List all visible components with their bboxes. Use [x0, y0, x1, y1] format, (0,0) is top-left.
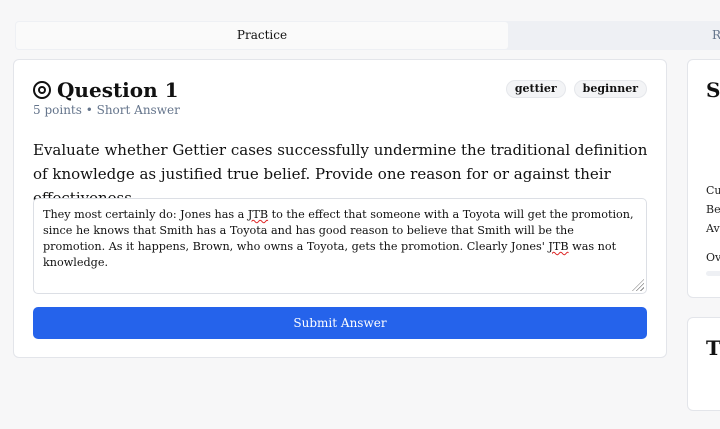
sidebar-card-title: S: [706, 78, 720, 102]
answer-textarea[interactable]: They most certainly do: Jones has a JTB …: [33, 198, 647, 294]
difficulty-badge: beginner: [573, 80, 647, 98]
stat-label: Cu: [706, 184, 720, 197]
tab-practice[interactable]: Practice: [16, 22, 508, 49]
answer-text: They most certainly do: Jones has a JTB …: [43, 208, 634, 269]
sidebar-stats-card: S Cu Be Av Ov: [687, 59, 720, 298]
sidebar-second-card: T: [687, 317, 720, 411]
question-tags: gettier beginner: [505, 80, 647, 98]
stat-label: Av: [706, 222, 720, 235]
question-title: Question 1: [57, 78, 179, 102]
resize-handle-icon[interactable]: [632, 279, 644, 291]
question-meta: 5 points • Short Answer: [33, 103, 180, 117]
question-card: Question 1 5 points • Short Answer getti…: [13, 59, 667, 358]
submit-answer-button[interactable]: Submit Answer: [33, 307, 647, 339]
stat-label: Be: [706, 203, 720, 216]
mode-tabs: Practice Re: [15, 21, 720, 50]
question-heading: Question 1: [33, 78, 179, 102]
tag-badge: gettier: [505, 80, 566, 98]
progress-bar: [706, 271, 720, 276]
spellcheck-word: JTB: [247, 208, 269, 221]
stat-label: Ov: [706, 251, 720, 264]
spellcheck-word: JTB: [548, 240, 569, 253]
tab-second[interactable]: Re: [712, 21, 720, 50]
sidebar-card-title: T: [706, 336, 720, 360]
target-icon: [33, 81, 51, 99]
